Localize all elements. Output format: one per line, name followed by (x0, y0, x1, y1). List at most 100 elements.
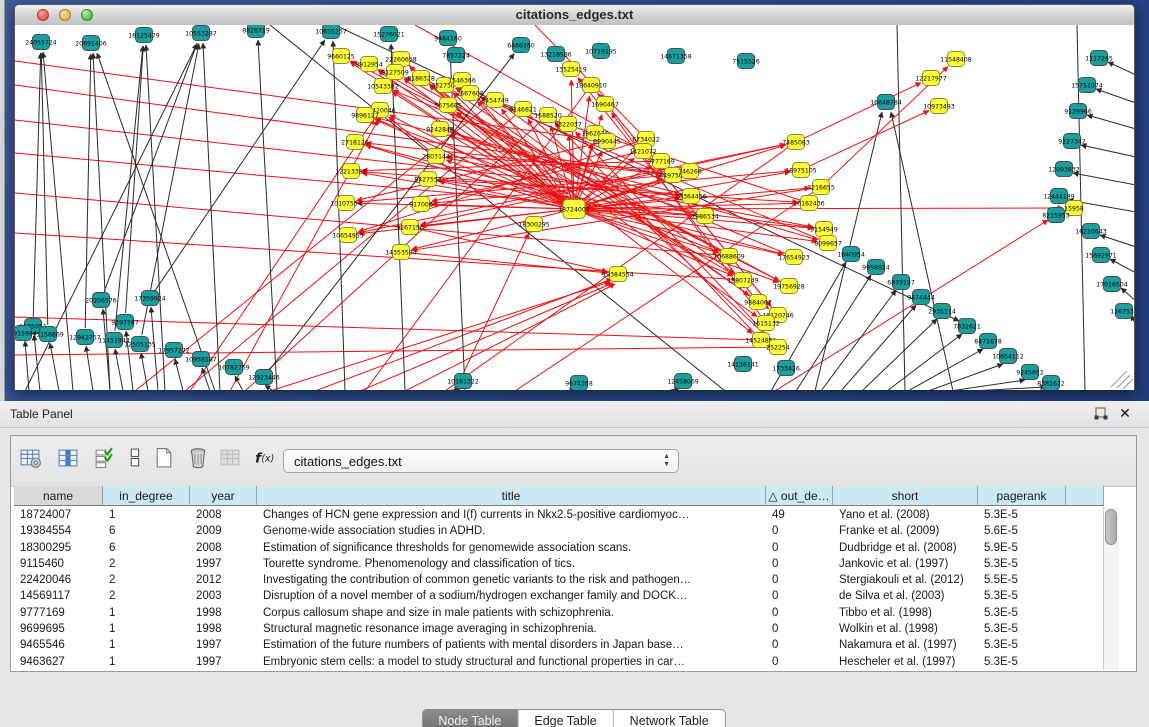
table-row[interactable]: 1456911722003Disruption of a novel membe… (14, 588, 1119, 604)
black-edge[interactable] (333, 41, 345, 390)
function-icon[interactable]: f(x) (253, 447, 281, 475)
graph-node-label: 8471678 (974, 338, 1002, 345)
black-edge[interactable] (141, 353, 148, 390)
graph-node-label: 8912954 (355, 61, 383, 68)
black-edge[interactable] (897, 25, 905, 390)
select-rows-icon[interactable] (93, 447, 121, 475)
table-row[interactable]: 946554611997Estimation of the future num… (14, 637, 1119, 653)
table-cell: 5.3E-5 (978, 654, 1066, 670)
black-edge[interactable] (86, 346, 93, 390)
column-header-pagerank[interactable]: pagerank (978, 486, 1066, 506)
black-edge[interactable] (265, 385, 273, 390)
black-edge[interactable] (928, 364, 1003, 390)
tab-network-table[interactable]: Network Table (614, 710, 725, 727)
red-edge[interactable] (809, 111, 929, 167)
red-edge[interactable] (583, 208, 1063, 209)
table-row[interactable]: 911546021997Tourette syndrome. Phenomeno… (14, 556, 1119, 572)
red-edge[interactable] (270, 282, 610, 390)
table-column-icon[interactable] (57, 447, 85, 475)
black-edge[interactable] (115, 46, 143, 331)
column-header-in_degree[interactable]: in_degree (103, 486, 190, 506)
resize-grip-icon[interactable] (1117, 375, 1130, 388)
black-edge[interactable] (1073, 173, 1134, 185)
graph-node-label: 10958187 (185, 356, 217, 363)
close-panel-icon[interactable]: ✕ (1117, 405, 1133, 421)
graph-node-label: 9227342 (1058, 138, 1086, 145)
red-edge[interactable] (804, 83, 921, 138)
black-edge[interactable] (796, 275, 871, 390)
black-edge[interactable] (146, 45, 165, 390)
table-row[interactable]: 946362711997Embryonic stem cells: a mode… (14, 654, 1119, 670)
table-cell: 9465546 (14, 637, 103, 653)
column-header-year[interactable]: year (190, 486, 257, 506)
table-row[interactable]: 1872400712008Changes of HCN gene express… (14, 507, 1119, 523)
collapsed-panel-strip[interactable] (0, 0, 5, 401)
black-edge[interactable] (1096, 89, 1134, 103)
black-edge[interactable] (821, 290, 896, 390)
table-scrollbar-thumb[interactable] (1105, 509, 1117, 545)
black-edge[interactable] (1100, 235, 1134, 247)
row-height-icon[interactable] (125, 447, 153, 475)
black-edge[interactable] (115, 349, 123, 390)
node-table: namein_degreeyeartitle△ out_de…shortpage… (14, 486, 1119, 671)
black-edge[interactable] (104, 43, 197, 291)
column-header-short[interactable]: short (833, 486, 978, 506)
graph-node-label: 18125479 (128, 32, 160, 39)
red-edge[interactable] (15, 193, 729, 256)
graph-node-label: 1546366 (448, 77, 476, 84)
black-edge[interactable] (50, 343, 59, 390)
black-edge[interactable] (1081, 145, 1134, 157)
table-cell: Stergiakouli et al. (2012) (833, 572, 978, 588)
table-panel: Table Panel ✕ f(x) citations_edges.txt ▲… (0, 401, 1149, 727)
network-view-window[interactable]: citations_edges.txt 24055724206914061812… (14, 4, 1135, 390)
column-header-filler[interactable] (1066, 486, 1104, 506)
tab-node-table[interactable]: Node Table (422, 710, 518, 727)
black-edge[interactable] (126, 46, 144, 313)
black-edge[interactable] (1108, 62, 1134, 75)
network-canvas[interactable]: 2405572420691406181254791055328788287191… (15, 25, 1134, 390)
table-scrollbar[interactable] (1103, 507, 1119, 670)
window-titlebar[interactable]: citations_edges.txt (15, 5, 1134, 26)
resize-grip-icon[interactable] (1111, 371, 1127, 387)
table-cell: 9463627 (14, 654, 103, 670)
graph-node-label: 16210643 (1075, 228, 1107, 235)
table-source-select[interactable]: citations_edges.txt ▲▼ (283, 449, 679, 473)
black-edge[interactable] (1087, 115, 1134, 129)
column-header-name[interactable]: name (14, 486, 103, 506)
tab-edge-table[interactable]: Edge Table (518, 710, 613, 727)
new-document-icon[interactable] (153, 447, 181, 475)
table-row[interactable]: 2242004622012Investigating the contribut… (14, 572, 1119, 588)
column-header-title[interactable]: title (257, 486, 766, 506)
table-cell: 22420046 (14, 572, 103, 588)
graph-node-label: 9464160 (434, 35, 462, 42)
table-cell: 1998 (190, 621, 257, 637)
red-edge[interactable] (432, 204, 565, 208)
black-edge[interactable] (25, 341, 29, 390)
graph-node-label: 7515526 (732, 58, 760, 65)
application-window: { "window": { "title": "citations_edges.… (0, 0, 1149, 727)
graph-node-label: 10553287 (185, 30, 217, 37)
import-table-icon (219, 447, 247, 475)
red-edge[interactable] (185, 109, 523, 390)
black-edge[interactable] (971, 387, 1046, 390)
table-row[interactable]: 1938455462009Genome-wide association stu… (14, 523, 1119, 539)
red-edge[interactable] (405, 284, 615, 390)
black-edge[interactable] (33, 53, 40, 317)
black-edge[interactable] (1121, 288, 1134, 301)
delete-icon[interactable] (187, 447, 215, 475)
table-cell: 49 (766, 507, 833, 523)
table-cell: 5.3E-5 (978, 621, 1066, 637)
graph-node-label: 6466160 (507, 42, 535, 49)
red-edge[interactable] (357, 144, 785, 233)
float-panel-icon[interactable] (1093, 406, 1109, 422)
black-edge[interactable] (175, 359, 183, 390)
black-edge[interactable] (1110, 259, 1134, 273)
black-edge[interactable] (235, 376, 243, 390)
table-row[interactable]: 1830029562008Estimation of significance … (14, 540, 1119, 556)
table-panel-header[interactable]: Table Panel ✕ (0, 401, 1149, 428)
table-settings-icon[interactable] (19, 447, 47, 475)
red-edge[interactable] (410, 253, 607, 273)
table-row[interactable]: 977716911998Corpus callosum shape and si… (14, 605, 1119, 621)
table-row[interactable]: 969969511998Structural magnetic resonanc… (14, 621, 1119, 637)
column-header-out_de…[interactable]: △ out_de… (766, 486, 833, 506)
